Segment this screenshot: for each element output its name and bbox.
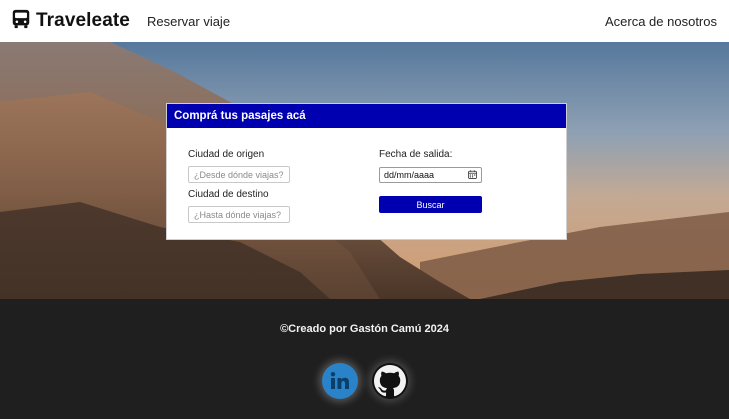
origin-input[interactable] bbox=[188, 166, 290, 183]
linkedin-icon bbox=[329, 370, 351, 392]
destination-input[interactable] bbox=[188, 206, 290, 223]
linkedin-link[interactable] bbox=[322, 363, 358, 399]
nav-link-reservar-viaje[interactable]: Reservar viaje bbox=[147, 14, 230, 29]
footer: ©Creado por Gastón Camú 2024 bbox=[0, 299, 729, 419]
form-title: Comprá tus pasajes acá bbox=[167, 104, 566, 128]
nav-link-acerca-de-nosotros[interactable]: Acerca de nosotros bbox=[605, 14, 717, 29]
brand-name: Traveleate bbox=[36, 10, 130, 31]
footer-credit: ©Creado por Gastón Camú 2024 bbox=[280, 323, 449, 335]
calendar-icon[interactable] bbox=[468, 169, 477, 181]
bus-icon bbox=[10, 8, 32, 35]
search-form-card: Comprá tus pasajes acá Ciudad de origen … bbox=[166, 103, 567, 240]
destination-label: Ciudad de destino bbox=[188, 189, 269, 200]
brand[interactable]: Traveleate bbox=[10, 8, 130, 35]
date-value: dd/mm/aaaa bbox=[384, 170, 435, 180]
search-button[interactable]: Buscar bbox=[379, 196, 482, 213]
navbar: Traveleate Reservar viaje Acerca de noso… bbox=[0, 0, 729, 42]
github-link[interactable] bbox=[372, 363, 408, 399]
departure-label: Fecha de salida: bbox=[379, 149, 453, 160]
origin-label: Ciudad de origen bbox=[188, 149, 265, 160]
departure-date-input[interactable]: dd/mm/aaaa bbox=[379, 167, 482, 183]
github-icon bbox=[374, 365, 406, 397]
